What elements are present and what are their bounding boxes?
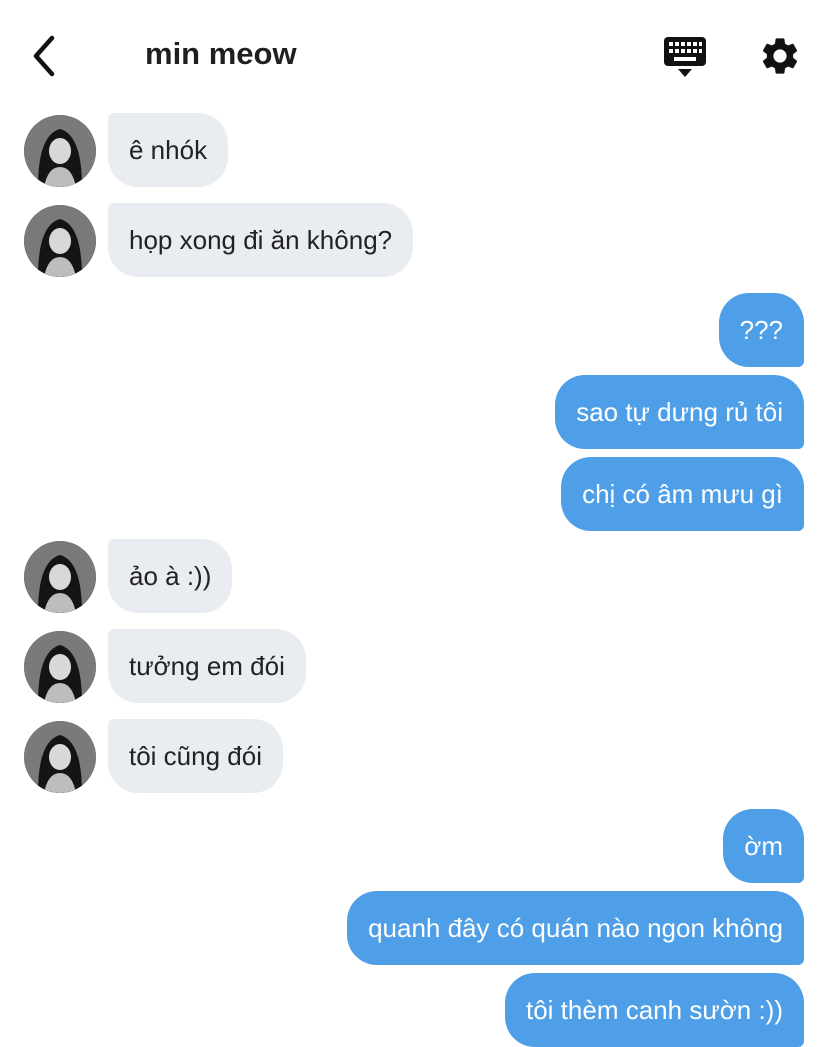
message-bubble[interactable]: tôi cũng đói [108,719,283,793]
message-bubble[interactable]: ??? [718,293,804,367]
message-bubble[interactable]: tưởng em đói [108,629,306,703]
message-bubble[interactable]: ê nhók [108,113,229,187]
keyboard-toggle-button[interactable] [662,36,708,78]
avatar[interactable] [24,115,96,187]
avatar[interactable] [24,541,96,613]
message-bubble[interactable]: sao tự dưng rủ tôi [555,375,804,449]
message-bubble[interactable]: quanh đây có quán nào ngon không [347,891,804,965]
chevron-left-icon [33,35,55,77]
message-bubble[interactable]: tôi thèm canh sườn :)) [505,973,804,1047]
chat-header: min meow [0,0,828,110]
message-bubble[interactable]: họp xong đi ăn không? [108,203,414,277]
settings-button[interactable] [758,34,802,78]
message-bubble[interactable]: ảo à :)) [108,539,233,613]
avatar[interactable] [24,721,96,793]
avatar[interactable] [24,205,96,277]
avatar[interactable] [24,631,96,703]
keyboard-icon [664,37,706,77]
back-button[interactable] [28,34,64,78]
page-title: min meow [145,36,297,71]
message-bubble[interactable]: ờm [723,809,804,883]
message-bubble[interactable]: chị có âm mưu gì [561,457,804,531]
gear-icon [762,38,798,74]
